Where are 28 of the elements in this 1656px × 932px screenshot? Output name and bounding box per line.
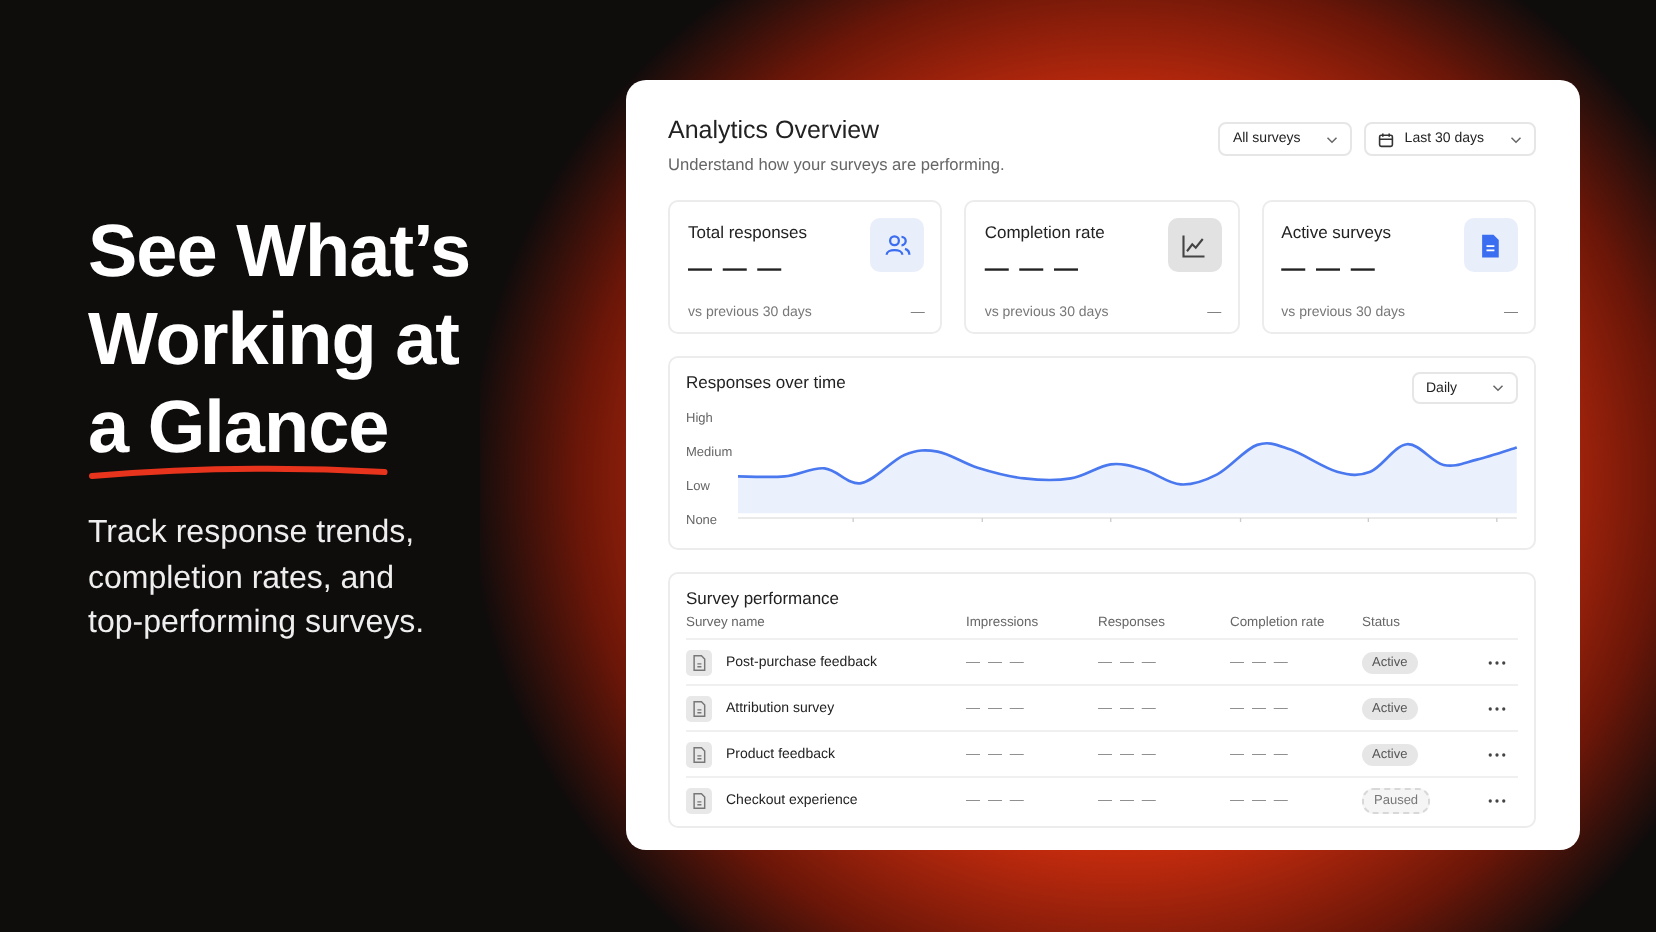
headline: See What’s Working at a Glance bbox=[88, 208, 626, 480]
document-icon bbox=[1476, 231, 1505, 259]
more-options-icon[interactable] bbox=[1488, 659, 1506, 665]
document-icon bbox=[686, 695, 712, 721]
underline-stroke-icon bbox=[88, 464, 389, 480]
stat-label: Completion rate bbox=[984, 222, 1105, 242]
chevron-down-icon bbox=[1492, 384, 1504, 392]
stat-value: — — — bbox=[984, 254, 1082, 282]
hero-subtitle: Track response trends, completion rates, and top-performing surveys. bbox=[88, 514, 427, 644]
chevron-down-icon bbox=[1326, 135, 1339, 143]
document-icon bbox=[686, 649, 712, 675]
document-icon bbox=[686, 741, 712, 767]
people-icon bbox=[883, 231, 912, 259]
stat-value: — — — bbox=[1281, 254, 1379, 282]
more-options-icon[interactable] bbox=[1488, 705, 1506, 711]
stat-label: Total responses bbox=[688, 222, 808, 242]
dashboard-subtitle: Understand how your surveys are performing. bbox=[668, 154, 1005, 174]
stat-value: — — — bbox=[688, 254, 786, 282]
dashboard-title: Analytics Overview bbox=[668, 116, 882, 144]
more-options-icon[interactable] bbox=[1488, 797, 1506, 803]
more-options-icon[interactable] bbox=[1488, 751, 1506, 757]
chart-title: Responses over time bbox=[686, 372, 846, 392]
calendar-icon bbox=[1378, 131, 1395, 147]
document-icon bbox=[686, 787, 712, 813]
table-title: Survey performance bbox=[686, 588, 842, 608]
line-chart-icon bbox=[1180, 231, 1209, 259]
chevron-down-icon bbox=[1510, 135, 1522, 143]
stat-label: Active surveys bbox=[1281, 222, 1391, 242]
